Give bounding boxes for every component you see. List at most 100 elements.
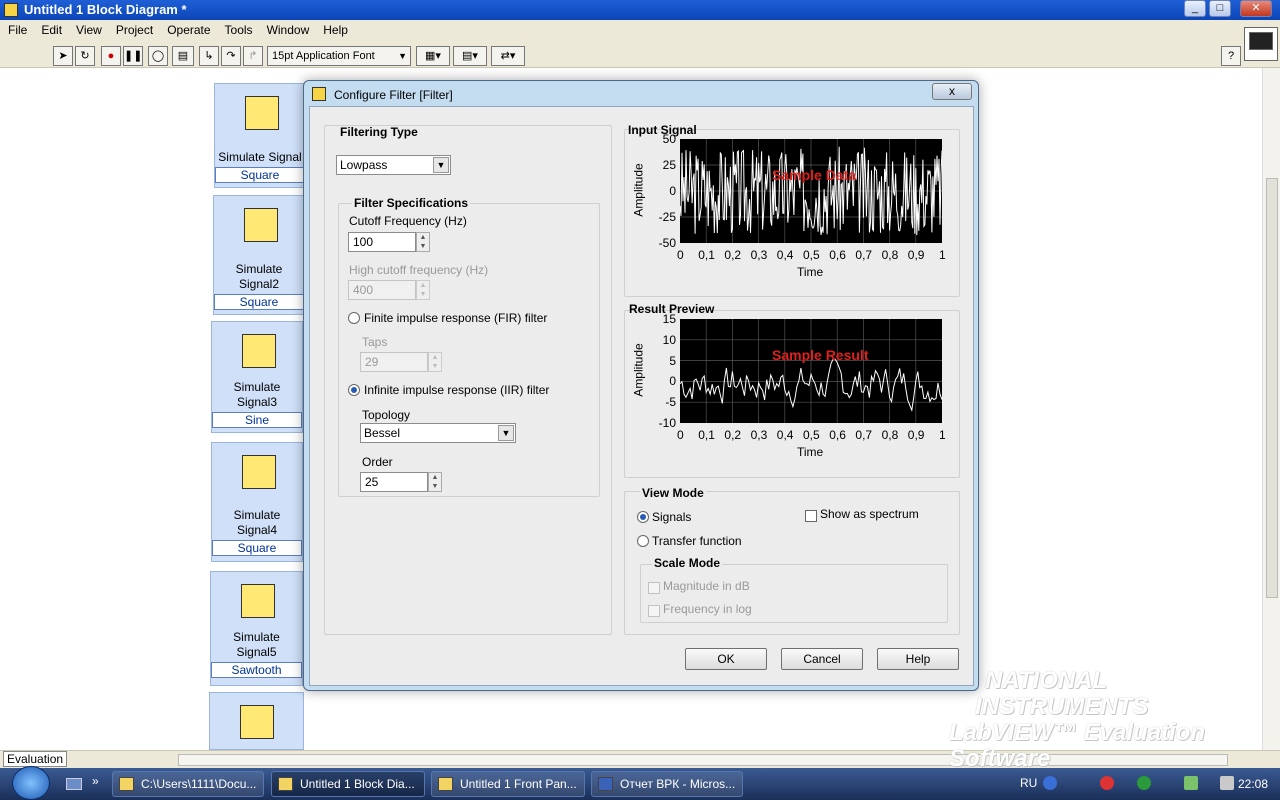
cancel-button[interactable]: Cancel — [781, 648, 863, 670]
high-cutoff-label: High cutoff frequency (Hz) — [349, 263, 489, 277]
language-indicator[interactable]: RU — [1020, 776, 1037, 790]
express-vi-simulate-signal3[interactable]: Simulate Signal3 Sine — [211, 321, 303, 433]
show-as-spectrum-checkbox[interactable] — [805, 510, 817, 522]
frequency-log-checkbox[interactable] — [648, 605, 660, 617]
taps-input[interactable]: 29 — [360, 352, 428, 372]
volume-icon[interactable] — [1220, 776, 1234, 790]
evaluation-label: Evaluation — [3, 751, 67, 767]
express-vi-simulate-signal5[interactable]: Simulate Signal5 Sawtooth — [210, 571, 303, 686]
show-desktop-icon[interactable] — [66, 778, 82, 790]
pause-button[interactable]: ❚❚ — [123, 46, 143, 66]
network-icon[interactable] — [1100, 776, 1114, 790]
input-signal-xtick: 0,6 — [829, 248, 846, 262]
input-signal-xtick: 0,8 — [881, 248, 899, 262]
run-arrow-button[interactable]: ➤ — [53, 46, 73, 66]
cutoff-input[interactable]: 100 — [348, 232, 416, 252]
menu-tools[interactable]: Tools — [217, 20, 259, 37]
signals-radio[interactable] — [637, 511, 649, 523]
start-button[interactable] — [12, 766, 50, 800]
menu-operate[interactable]: Operate — [159, 20, 216, 37]
step-out-button[interactable]: ↱ — [243, 46, 263, 66]
filtering-type-select[interactable]: Lowpass ▼ — [336, 155, 451, 175]
step-over-button[interactable]: ↷ — [221, 46, 241, 66]
font-selector-label: 15pt Application Font — [272, 50, 375, 62]
input-signal-ytick: 0 — [669, 184, 676, 198]
menu-file[interactable]: File — [0, 20, 33, 37]
run-continuous-button[interactable]: ↻ — [75, 46, 95, 66]
help-tray-icon[interactable] — [1043, 776, 1057, 790]
vertical-scrollbar[interactable] — [1262, 68, 1280, 750]
express-vi-simulate-signal2[interactable]: Simulate Signal2 Square — [213, 195, 305, 315]
signal-type-ring[interactable]: Sine — [212, 412, 302, 428]
result-preview-xtick: 0,2 — [724, 428, 742, 442]
fir-radio[interactable] — [348, 312, 360, 324]
chevron-down-icon: ▼ — [498, 425, 514, 441]
order-input[interactable]: 25 — [360, 472, 428, 492]
step-into-button[interactable]: ↳ — [199, 46, 219, 66]
result-preview-xtick: 0,8 — [881, 428, 899, 442]
update-icon[interactable] — [1137, 776, 1151, 790]
topology-value: Bessel — [364, 426, 401, 440]
input-signal-ytick: -50 — [658, 236, 676, 250]
magnitude-db-checkbox[interactable] — [648, 582, 660, 594]
result-preview-xtick: 1 — [939, 428, 946, 442]
result-preview-plot-area[interactable] — [680, 319, 942, 423]
express-vi-simulate-signal[interactable]: Simulate Signal Square — [214, 83, 306, 188]
menu-bar: File Edit View Project Operate Tools Window Hel… — [0, 20, 1280, 42]
battery-icon[interactable] — [1184, 776, 1198, 790]
order-stepper[interactable]: ▲ ▼ — [428, 472, 442, 492]
align-objects-button[interactable]: ▦▾ — [416, 46, 450, 66]
high-cutoff-stepper[interactable]: ▲ ▼ — [416, 280, 430, 300]
retain-wire-values-button[interactable]: ▤ — [172, 46, 194, 66]
distribute-objects-button[interactable]: ▤▾ — [453, 46, 487, 66]
minimize-button[interactable]: _ — [1184, 0, 1206, 17]
high-cutoff-input[interactable]: 400 — [348, 280, 416, 300]
menu-window[interactable]: Window — [259, 20, 316, 37]
topology-select[interactable]: Bessel ▼ — [360, 423, 516, 443]
result-preview-ylabel: Amplitude — [631, 343, 646, 397]
close-button[interactable]: ✕ — [1240, 0, 1272, 17]
signal-type-ring[interactable]: Square — [214, 294, 304, 310]
menu-project[interactable]: Project — [108, 20, 159, 37]
task-explorer[interactable]: C:\Users\1111\Docu... — [112, 771, 264, 797]
scale-mode-label: Scale Mode — [652, 556, 723, 570]
signal-type-ring[interactable]: Sawtooth — [211, 662, 302, 678]
signal-type-ring[interactable]: Square — [215, 167, 305, 183]
vi-icon[interactable] — [1244, 27, 1278, 61]
signal-type-ring[interactable]: Square — [212, 540, 302, 556]
scroll-thumb[interactable] — [1266, 178, 1278, 598]
clock[interactable]: 22:08 — [1238, 777, 1268, 791]
input-signal-xtick: 0,9 — [907, 248, 925, 262]
task-block-diagram[interactable]: Untitled 1 Block Dia... — [271, 771, 425, 797]
task-front-panel[interactable]: Untitled 1 Front Pan... — [431, 771, 585, 797]
help-button[interactable]: Help — [877, 648, 959, 670]
vi-label: Simulate — [233, 508, 281, 522]
filtering-type-label: Filtering Type — [340, 125, 418, 139]
maximize-button[interactable]: □ — [1209, 0, 1231, 17]
iir-radio[interactable] — [348, 384, 360, 396]
input-signal-xtick: 0,5 — [803, 248, 820, 262]
dialog-close-button[interactable]: x — [932, 83, 972, 100]
chevron-right-icon[interactable]: » — [92, 774, 99, 788]
cutoff-stepper[interactable]: ▲ ▼ — [416, 232, 430, 252]
menu-view[interactable]: View — [68, 20, 108, 37]
express-vi-partial[interactable] — [209, 692, 304, 750]
input-signal-plot-area[interactable] — [680, 139, 942, 243]
highlight-execution-button[interactable]: ◯ — [148, 46, 168, 66]
ok-button[interactable]: OK — [685, 648, 767, 670]
chevron-down-icon: ▼ — [433, 157, 449, 173]
view-mode-label: View Mode — [640, 486, 706, 500]
task-word[interactable]: Отчет ВРК - Micros... — [591, 771, 743, 797]
menu-help[interactable]: Help — [315, 20, 354, 37]
reorder-button[interactable]: ⇄▾ — [491, 46, 525, 66]
font-selector[interactable]: 15pt Application Font ▼ — [267, 46, 411, 66]
transfer-function-radio[interactable] — [637, 535, 649, 547]
abort-button[interactable]: ● — [101, 46, 121, 66]
context-help-button[interactable]: ? — [1221, 46, 1241, 66]
express-vi-simulate-signal4[interactable]: Simulate Signal4 Square — [211, 442, 303, 562]
menu-edit[interactable]: Edit — [33, 20, 68, 37]
transfer-function-label: Transfer function — [652, 534, 742, 548]
order-label: Order — [362, 455, 393, 469]
input-signal-ytick: -25 — [658, 210, 676, 224]
taps-stepper[interactable]: ▲ ▼ — [428, 352, 442, 372]
